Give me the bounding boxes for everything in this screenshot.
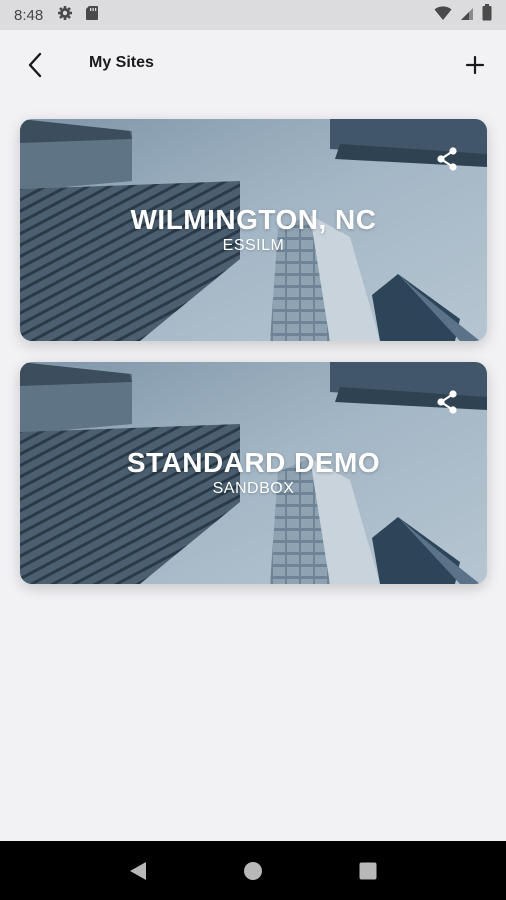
back-arrow-icon bbox=[28, 52, 42, 78]
nav-back-icon bbox=[129, 861, 146, 880]
site-title: STANDARD DEMO bbox=[126, 447, 381, 478]
share-button[interactable] bbox=[433, 388, 461, 416]
share-icon bbox=[437, 390, 457, 414]
nav-recents-button[interactable] bbox=[348, 851, 388, 891]
settings-icon bbox=[57, 5, 73, 26]
site-card[interactable]: STANDARD DEMO SANDBOX bbox=[20, 362, 487, 584]
battery-icon bbox=[482, 4, 492, 26]
wifi-icon bbox=[434, 5, 452, 26]
add-site-button[interactable] bbox=[460, 50, 490, 80]
site-subtitle: SANDBOX bbox=[212, 480, 295, 497]
share-icon bbox=[437, 147, 457, 171]
card-text: WILMINGTON, NC ESSILM bbox=[20, 119, 487, 341]
site-subtitle: ESSILM bbox=[222, 237, 285, 254]
app-bar: My Sites bbox=[0, 30, 506, 100]
sd-card-icon bbox=[85, 5, 99, 26]
nav-recents-icon bbox=[359, 862, 377, 879]
site-card[interactable]: WILMINGTON, NC ESSILM bbox=[20, 119, 487, 341]
plus-icon bbox=[465, 55, 485, 75]
status-bar: 8:48 bbox=[0, 0, 506, 30]
system-nav-bar bbox=[0, 841, 506, 900]
page-title: My Sites bbox=[89, 54, 154, 71]
nav-home-button[interactable] bbox=[233, 851, 273, 891]
card-text: STANDARD DEMO SANDBOX bbox=[20, 362, 487, 584]
nav-back-button[interactable] bbox=[118, 851, 158, 891]
status-time: 8:48 bbox=[14, 6, 44, 24]
back-button[interactable] bbox=[20, 50, 50, 80]
signal-icon bbox=[460, 5, 474, 26]
site-title: WILMINGTON, NC bbox=[130, 204, 377, 235]
share-button[interactable] bbox=[433, 145, 461, 173]
nav-home-icon bbox=[243, 861, 262, 880]
